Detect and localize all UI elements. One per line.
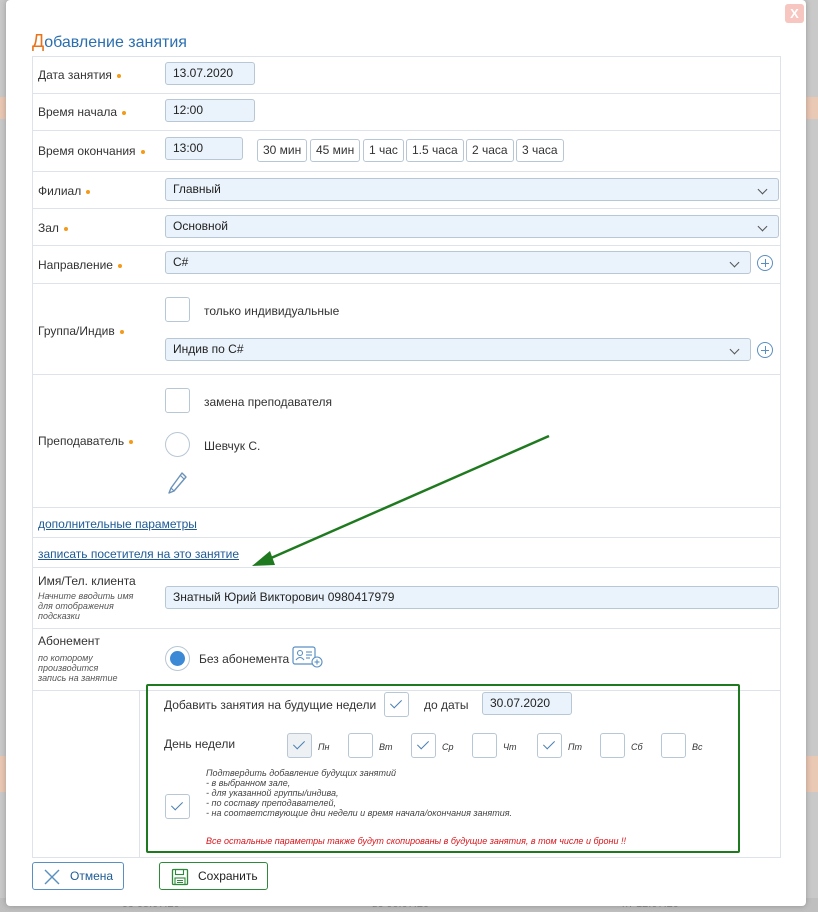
annotation-arrow [252,434,550,566]
